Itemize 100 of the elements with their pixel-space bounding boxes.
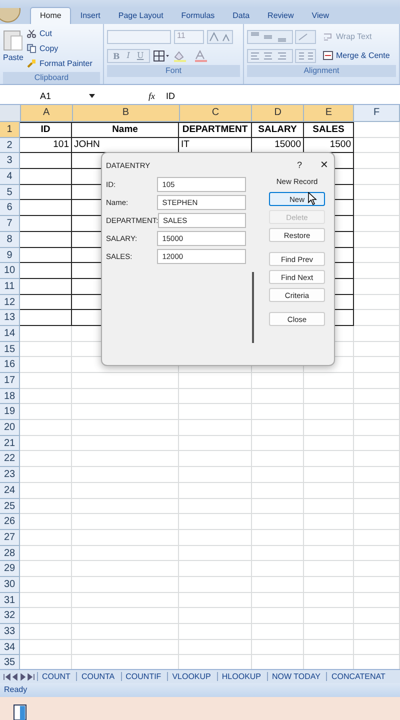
row-header[interactable]: 26 (0, 514, 20, 530)
table-cell[interactable] (20, 169, 72, 185)
row-header[interactable]: 14 (0, 326, 20, 342)
row-header[interactable]: 18 (0, 388, 20, 404)
table-cell[interactable]: DEPARTMENT (179, 122, 252, 138)
row-header[interactable]: 5 (0, 184, 20, 200)
table-cell[interactable] (20, 153, 72, 170)
row-header[interactable]: 7 (0, 216, 20, 232)
column-header[interactable]: F (354, 105, 400, 121)
row-header[interactable]: 19 (0, 404, 20, 420)
font-name-field[interactable] (107, 30, 171, 44)
borders-icon[interactable] (152, 50, 169, 62)
row-header[interactable]: 6 (0, 200, 20, 216)
format-painter-button[interactable]: Format Painter (27, 57, 92, 70)
copy-button[interactable]: Copy (27, 42, 92, 55)
clipboard-icon (3, 29, 24, 51)
row-header[interactable]: 8 (0, 232, 20, 248)
row-header[interactable]: 15 (0, 342, 20, 358)
row-header[interactable]: 9 (0, 248, 20, 264)
column-header[interactable]: D (252, 105, 304, 121)
row-header[interactable]: 10 (0, 263, 20, 279)
row-header[interactable]: 29 (0, 561, 20, 577)
row-header[interactable]: 13 (0, 310, 20, 326)
select-all-corner[interactable] (0, 105, 21, 121)
ribbon-tab[interactable]: Insert (71, 8, 110, 24)
office-button-icon[interactable] (0, 8, 22, 24)
dropdown-icon (89, 94, 95, 98)
row-header[interactable]: 17 (0, 373, 20, 389)
merge-center-button[interactable]: Merge & Cente (323, 49, 390, 62)
app-window-icon[interactable] (13, 704, 27, 720)
sheet-tab[interactable]: NOW TODAY (267, 672, 324, 681)
ribbon-tab[interactable]: Home (30, 7, 72, 24)
column-header[interactable]: E (304, 105, 354, 121)
scrollbar[interactable] (252, 272, 254, 343)
table-cell[interactable]: 101 (20, 138, 72, 154)
ribbon-tab[interactable]: View (302, 8, 338, 24)
close-button[interactable]: ✕ (320, 159, 328, 171)
row-header[interactable]: 3 (0, 153, 20, 170)
sheet-navigation-icon[interactable] (3, 672, 35, 680)
row-header[interactable]: 35 (0, 655, 20, 669)
formula-field[interactable]: ID (160, 90, 400, 100)
merge-icon (323, 51, 333, 60)
table-cell[interactable] (20, 184, 72, 200)
table-cell[interactable] (20, 216, 72, 232)
table-cell[interactable]: ID (20, 122, 72, 138)
row-header[interactable]: 32 (0, 608, 20, 624)
row-header[interactable]: 31 (0, 592, 20, 608)
row-header[interactable]: 2 (0, 138, 20, 154)
row-header[interactable]: 27 (0, 530, 20, 546)
table-cell[interactable] (20, 278, 72, 295)
table-cell[interactable] (20, 310, 72, 326)
table-cell[interactable]: SALARY (252, 122, 304, 138)
sheet-tab[interactable]: COUNTA (76, 672, 119, 681)
row-header[interactable]: 23 (0, 467, 20, 483)
row-header[interactable]: 30 (0, 576, 20, 593)
row-header[interactable]: 22 (0, 451, 20, 468)
brush-icon (27, 59, 36, 68)
cut-button[interactable]: Cut (27, 27, 92, 40)
table-cell[interactable] (20, 232, 72, 248)
scissors-icon (27, 29, 36, 38)
table-cell[interactable]: Name (72, 122, 179, 138)
row-header[interactable]: 28 (0, 546, 20, 562)
row-header[interactable]: 25 (0, 498, 20, 514)
table-cell[interactable] (20, 294, 72, 310)
row-header[interactable]: 11 (0, 278, 20, 295)
row-header[interactable]: 21 (0, 436, 20, 452)
row-header[interactable]: 16 (0, 357, 20, 373)
sheet-tab[interactable]: HLOOKUP (216, 672, 266, 681)
paste-button[interactable]: Paste (3, 27, 24, 72)
column-header[interactable]: A (20, 105, 73, 121)
row-header[interactable]: 33 (0, 624, 20, 640)
row-header[interactable]: 4 (0, 169, 20, 185)
align-icons[interactable] (247, 48, 319, 62)
sheet-tab[interactable]: CONCATENAT (326, 672, 390, 681)
sheet-tab[interactable]: VLOOKUP (167, 672, 215, 681)
align-icons[interactable] (247, 30, 319, 44)
table-cell[interactable] (20, 263, 72, 279)
sheet-tab[interactable]: COUNTIF (120, 672, 166, 681)
sheet-tab[interactable]: COUNT (37, 672, 74, 681)
table-cell[interactable]: SALES (304, 122, 354, 138)
ribbon-tab[interactable]: Formulas (172, 8, 224, 24)
group-label: Alignment (247, 65, 396, 77)
help-button[interactable]: ? (296, 160, 302, 170)
name-box[interactable]: A1 (0, 90, 100, 100)
row-header[interactable]: 20 (0, 420, 20, 436)
wrap-icon (323, 32, 333, 41)
grow-font-icon[interactable] (207, 30, 233, 44)
column-header[interactable]: B (72, 105, 180, 121)
table-cell[interactable] (20, 248, 72, 264)
ribbon-tab[interactable]: Review (258, 8, 303, 24)
row-header[interactable]: 12 (0, 294, 20, 310)
row-header[interactable]: 34 (0, 640, 20, 656)
insert-function-button[interactable]: fx (148, 90, 155, 100)
table-cell[interactable] (20, 200, 72, 216)
row-header[interactable]: 24 (0, 482, 20, 498)
mouse-cursor-icon (308, 192, 317, 205)
ribbon-tab[interactable]: Page Layout (109, 8, 172, 24)
column-header[interactable]: C (180, 105, 252, 121)
ribbon-tab[interactable]: Data (224, 8, 259, 24)
row-header[interactable]: 1 (0, 122, 20, 138)
